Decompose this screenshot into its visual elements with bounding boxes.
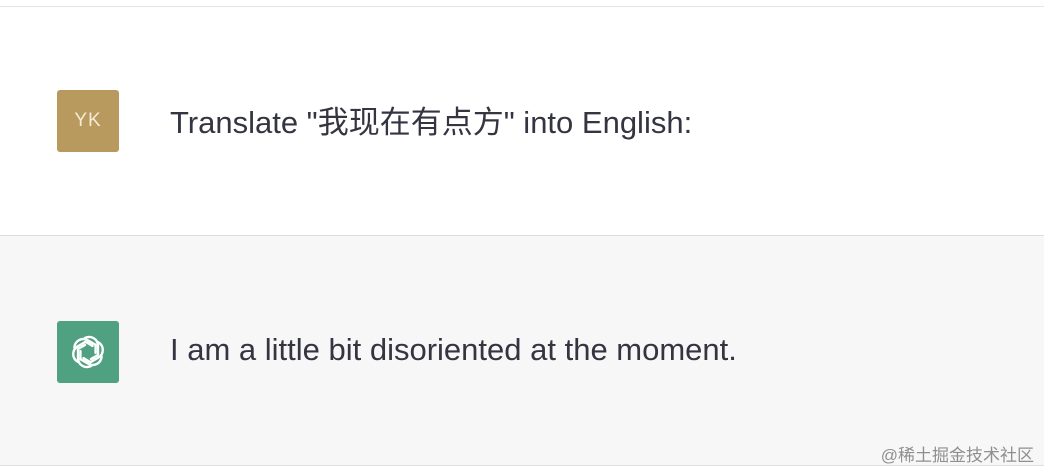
- top-divider: [0, 0, 1044, 7]
- assistant-message-row: I am a little bit disoriented at the mom…: [0, 236, 1044, 466]
- assistant-avatar: [57, 321, 119, 383]
- assistant-message-text: I am a little bit disoriented at the mom…: [170, 332, 737, 367]
- user-message-text: Translate "我现在有点方" into English:: [170, 105, 693, 140]
- chat-page: YK Translate "我现在有点方" into English: I am…: [0, 0, 1044, 474]
- watermark: @稀土掘金技术社区: [880, 446, 1034, 465]
- user-message-row: YK Translate "我现在有点方" into English:: [0, 7, 1044, 236]
- user-avatar-initials: YK: [74, 110, 102, 131]
- user-avatar: YK: [57, 90, 119, 152]
- openai-logo-icon: [72, 335, 104, 369]
